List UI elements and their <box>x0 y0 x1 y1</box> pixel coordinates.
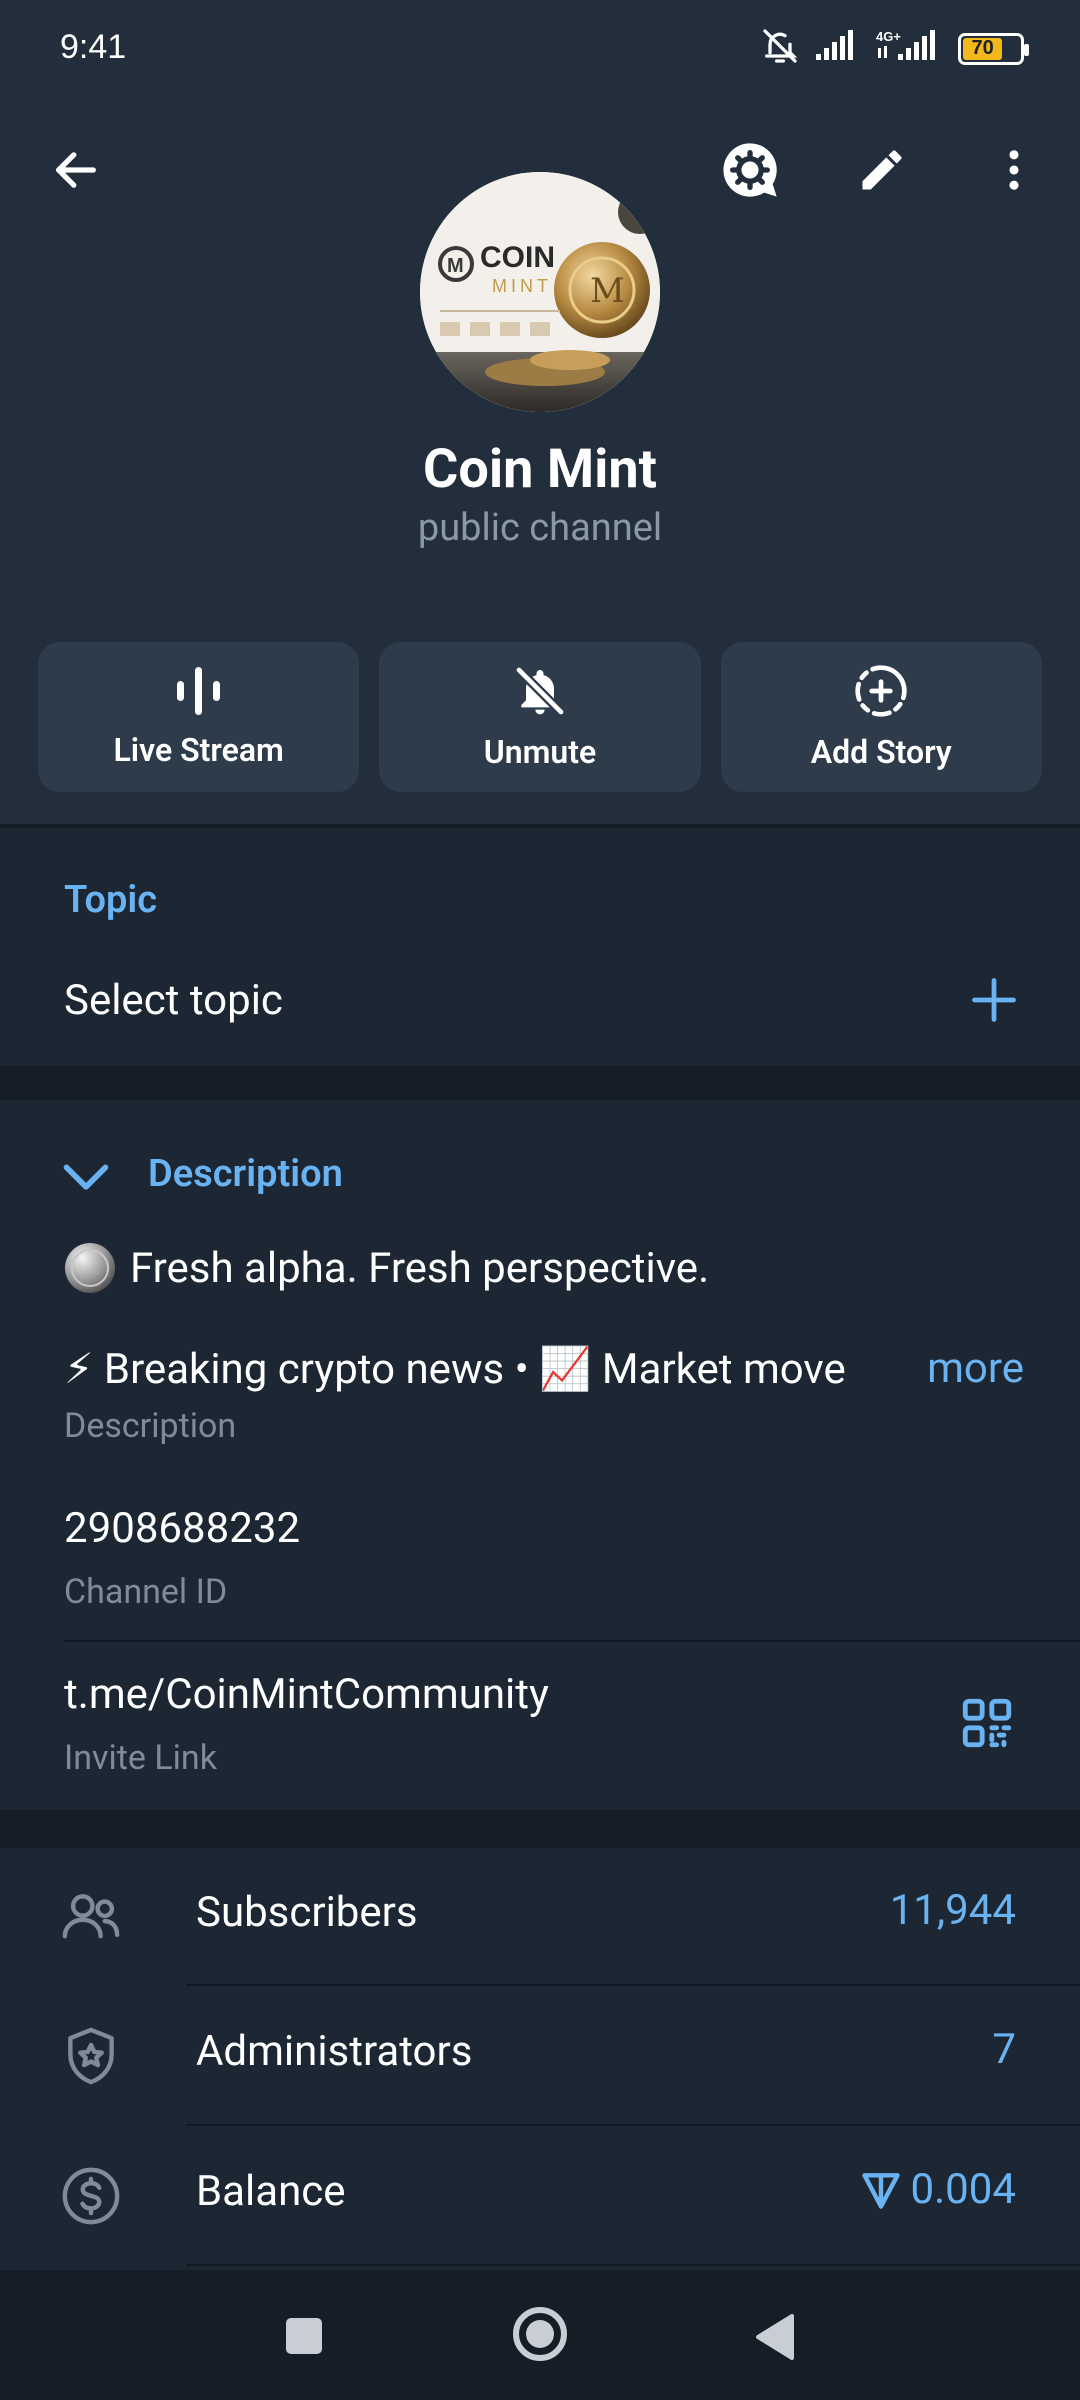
invite-link-caption: Invite Link <box>64 1738 217 1778</box>
battery-icon: 70 <box>958 32 1029 65</box>
plus-icon <box>972 978 1016 1022</box>
balance-value-group: 0.004 <box>859 2165 1017 2214</box>
separator <box>186 2264 1080 2266</box>
coin-emoji-icon <box>65 1243 115 1293</box>
separator <box>186 1984 1080 1986</box>
description-more-link[interactable]: more <box>927 1344 1024 1393</box>
manage-button[interactable] <box>710 130 790 210</box>
description-heading: Description <box>148 1152 343 1196</box>
live-stream-label: Live Stream <box>113 731 284 769</box>
add-story-icon <box>855 665 907 717</box>
balance-label: Balance <box>196 2167 346 2216</box>
invite-link-value[interactable]: t.me/CoinMintCommunity <box>64 1670 549 1719</box>
live-stream-icon <box>176 667 220 715</box>
edit-button[interactable] <box>842 130 922 210</box>
unmute-button[interactable]: Unmute <box>379 642 701 792</box>
back-arrow-icon <box>56 152 96 188</box>
system-nav-bar <box>0 2270 1080 2400</box>
subscribers-row[interactable]: Subscribers 11,944 <box>0 1848 1080 1986</box>
description-line-1: Fresh alpha. Fresh perspective. <box>64 1242 709 1294</box>
channel-type: public channel <box>417 506 663 550</box>
description-line-2: ⚡ Breaking crypto news • 📈 Market move m… <box>64 1344 1024 1404</box>
square-icon <box>286 2318 322 2354</box>
coin-mint-logo: M M COIN MINT <box>420 172 660 412</box>
select-topic-label[interactable]: Select topic <box>64 976 283 1025</box>
avatar-text-mint: MINT <box>492 276 552 296</box>
triangle-back-icon <box>756 2314 794 2360</box>
ton-icon <box>861 2172 900 2209</box>
live-stream-button[interactable]: Live Stream <box>38 642 360 792</box>
channel-id-caption: Channel ID <box>64 1572 228 1612</box>
action-buttons: Live Stream Unmute Add Story <box>38 642 1042 792</box>
info-section: Description Fresh alpha. Fresh perspecti… <box>0 1100 1080 1810</box>
administrators-row[interactable]: Administrators 7 <box>0 1987 1080 2125</box>
channel-avatar[interactable]: M M COIN MINT <box>420 172 660 412</box>
back-button[interactable] <box>36 130 116 210</box>
divider <box>0 1066 1080 1100</box>
administrators-label: Administrators <box>196 2027 473 2076</box>
channel-name: Coin Mint <box>423 438 657 501</box>
description-text-1: Fresh alpha. Fresh perspective. <box>130 1243 710 1293</box>
subscribers-label: Subscribers <box>196 1888 418 1937</box>
battery-level: 70 <box>963 37 1003 60</box>
pencil-icon <box>862 150 902 190</box>
qr-code-button[interactable] <box>958 1694 1016 1756</box>
administrators-count: 7 <box>992 2025 1016 2074</box>
more-button[interactable] <box>974 130 1054 210</box>
qr-code-icon <box>962 1698 1012 1748</box>
bell-off-status-icon <box>760 26 800 71</box>
svg-text:M: M <box>447 255 464 277</box>
chat-settings-icon <box>723 143 777 197</box>
home-circle-icon <box>513 2307 567 2361</box>
more-vertical-icon <box>1009 150 1019 190</box>
status-bar: 9:41 4G+ 70 <box>0 0 1080 100</box>
bell-off-icon <box>515 666 565 716</box>
home-button[interactable] <box>510 2304 570 2368</box>
stats-section: Subscribers 11,944 Administrators 7 Bala… <box>0 1848 1080 2270</box>
topic-section: Topic Select topic <box>0 828 1080 1066</box>
subscribers-count: 11,944 <box>889 1886 1016 1935</box>
add-topic-button[interactable] <box>968 974 1020 1030</box>
people-icon <box>56 1882 126 1952</box>
unmute-label: Unmute <box>483 733 597 771</box>
svg-text:4G+: 4G+ <box>876 29 901 44</box>
divider <box>0 1810 1080 1848</box>
balance-amount: 0.004 <box>910 2165 1017 2214</box>
balance-row[interactable]: Balance 0.004 <box>0 2127 1080 2265</box>
add-story-label: Add Story <box>810 733 952 771</box>
topic-heading: Topic <box>64 878 158 922</box>
add-story-button[interactable]: Add Story <box>720 642 1042 792</box>
recents-button[interactable] <box>284 2316 324 2360</box>
description-caption: Description <box>64 1406 237 1446</box>
chevron-down-icon <box>63 1164 109 1190</box>
channel-header: 9:41 4G+ 70 M M COIN MINT Coin Mint publ… <box>0 0 1080 824</box>
status-icons: 4G+ 70 <box>760 26 1029 71</box>
separator <box>64 1640 1080 1642</box>
signal-4g-icon: 4G+ <box>876 28 944 69</box>
svg-text:M: M <box>590 271 625 311</box>
status-time: 9:41 <box>60 28 127 66</box>
back-nav-button[interactable] <box>752 2312 796 2366</box>
separator <box>186 2124 1080 2126</box>
shield-star-icon <box>56 2021 126 2091</box>
description-text-2: ⚡ Breaking crypto news • 📈 Market move <box>64 1345 846 1394</box>
avatar-text-coin: COIN <box>480 241 555 274</box>
channel-id-value[interactable]: 2908688232 <box>64 1504 300 1553</box>
signal-icon <box>814 30 862 67</box>
dollar-circle-icon <box>56 2161 126 2231</box>
collapse-description-button[interactable] <box>60 1156 112 1200</box>
